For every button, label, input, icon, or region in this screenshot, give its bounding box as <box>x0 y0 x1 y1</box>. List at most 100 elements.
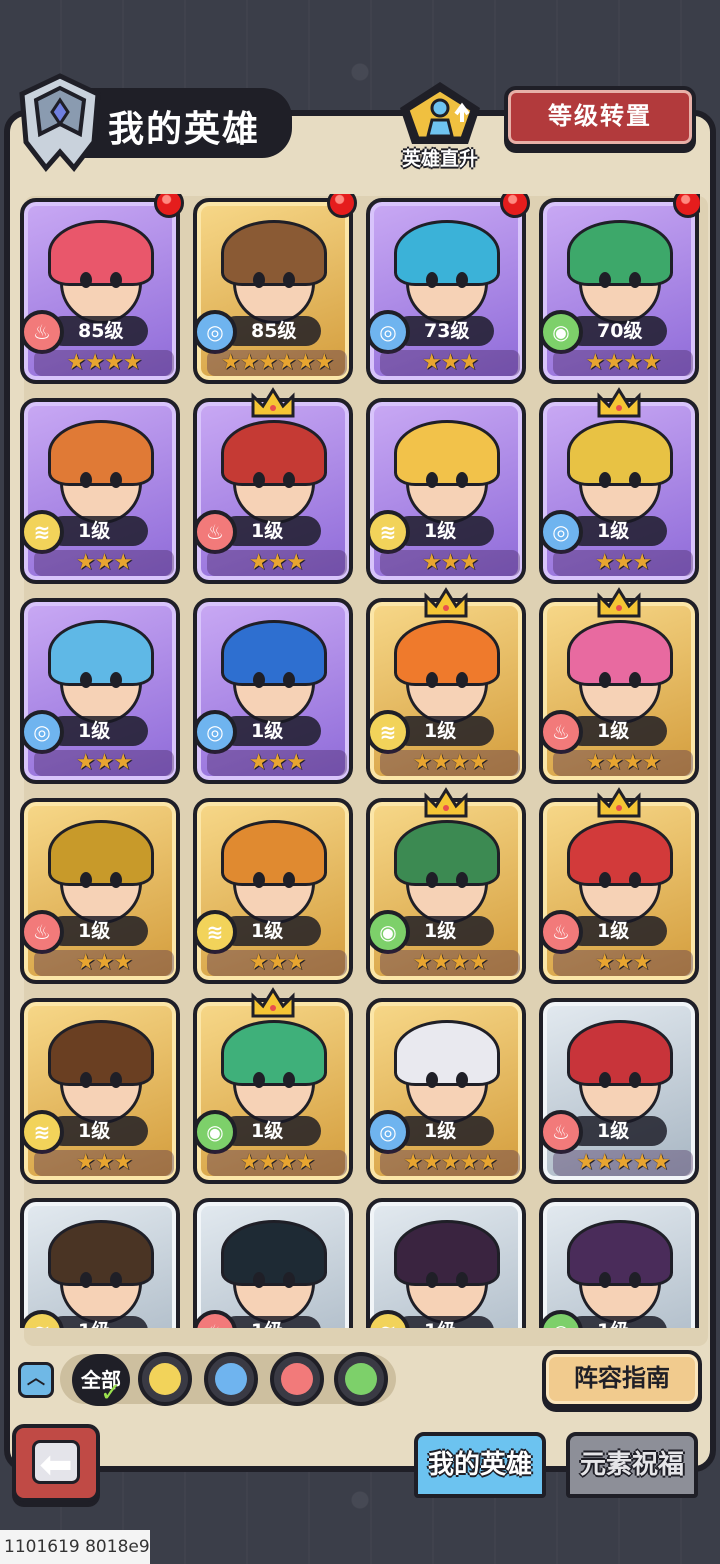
hero-card[interactable]: 1级♨ <box>193 1198 353 1328</box>
hero-card[interactable]: 73级 ◎ ★★★ <box>366 198 526 384</box>
hero-card[interactable]: 1级 ♨ ★★★ <box>20 798 180 984</box>
fire-element-icon: ♨ <box>543 1110 583 1154</box>
hero-stars: ★★★ <box>207 550 347 576</box>
hero-hair <box>48 1020 154 1086</box>
hero-card[interactable]: 1级 ♨ ★★★★ <box>539 598 699 784</box>
hero-eye <box>110 472 122 488</box>
hero-eye <box>456 1072 468 1088</box>
element-glyph: ◉ <box>379 920 397 944</box>
hero-stars: ★★★ <box>553 550 693 576</box>
hero-hair <box>221 1220 327 1286</box>
hero-stars: ★★★★★ <box>553 1150 693 1176</box>
water-element-icon: ◎ <box>24 710 64 754</box>
crown-icon <box>597 587 641 618</box>
crown-icon <box>251 987 295 1018</box>
hero-card[interactable]: 1级 ≋ ★★★★ <box>366 598 526 784</box>
earth-element-icon <box>149 1363 181 1395</box>
element-glyph: ≋ <box>379 520 397 544</box>
hero-card[interactable]: 1级 ≋ ★★★ <box>366 398 526 584</box>
hero-stars: ★★★ <box>380 350 520 376</box>
element-glyph: ◉ <box>552 320 570 344</box>
fire-element-icon: ♨ <box>24 910 64 954</box>
hero-card[interactable]: 1级 ≋ ★★★ <box>193 798 353 984</box>
hero-card[interactable]: 1级 ♨ ★★★★★ <box>539 998 699 1184</box>
hero-hair <box>221 420 327 486</box>
level-reset-button[interactable]: 等级转置 <box>504 86 696 148</box>
hero-hair <box>567 820 673 886</box>
hero-card[interactable]: 70级 ◉ ★★★★ <box>539 198 699 384</box>
back-button[interactable]: ⬅ <box>12 1424 100 1502</box>
hero-card[interactable]: 1级 ◉ ★★★★ <box>366 798 526 984</box>
hero-eye <box>629 472 641 488</box>
hero-card[interactable]: 85级 ♨ ★★★★ <box>20 198 180 384</box>
hero-card[interactable]: 1级 ◎ ★★★ <box>20 598 180 784</box>
hero-hair <box>221 620 327 686</box>
hero-promote-button[interactable]: 英雄直升 <box>388 78 492 178</box>
hero-hair <box>221 820 327 886</box>
hero-card[interactable]: 1级 ≋ ★★★ <box>20 998 180 1184</box>
hero-hair <box>394 1220 500 1286</box>
hero-eye <box>253 272 265 288</box>
hero-eye <box>253 1272 265 1288</box>
hero-eye <box>629 1272 641 1288</box>
hero-grid: 85级 ♨ ★★★★ 85级 ◎ ★★★★★★ 73级 ◎ ★★★ 70级 ◉ ★★★★ 1级 ≋ ★★★ 1… <box>20 194 700 1328</box>
helmet-icon <box>19 73 101 172</box>
hero-card[interactable]: 1级 ◎ ★★★ <box>193 598 353 784</box>
hero-stars: ★★★ <box>207 950 347 976</box>
tab-my-heroes[interactable]: 我的英雄 <box>414 1432 546 1498</box>
fire-element-icon: ♨ <box>543 910 583 954</box>
hero-hair <box>394 620 500 686</box>
hero-stars: ★★★ <box>34 950 174 976</box>
hero-hair <box>48 420 154 486</box>
hero-card[interactable]: 1级 ♨ ★★★ <box>193 398 353 584</box>
hero-stars: ★★★ <box>553 950 693 976</box>
hero-eye <box>629 272 641 288</box>
hero-card[interactable]: 1级 ♨ ★★★ <box>539 798 699 984</box>
hero-stars: ★★★ <box>34 1150 174 1176</box>
hero-eye <box>253 472 265 488</box>
hero-portrait <box>380 1212 512 1328</box>
filter-wind-button[interactable] <box>334 1352 388 1406</box>
hero-hair <box>394 1020 500 1086</box>
hero-card[interactable]: 1级 ◎ ★★★ <box>539 398 699 584</box>
hero-hair <box>394 820 500 886</box>
hero-hair <box>394 220 500 286</box>
fire-element-icon: ♨ <box>197 510 237 554</box>
element-glyph: ♨ <box>552 720 570 744</box>
hero-eye <box>110 672 122 688</box>
filter-fire-button[interactable] <box>270 1352 324 1406</box>
hero-card[interactable]: 1级 ◉ ★★★★ <box>193 998 353 1184</box>
hero-eye <box>599 1072 611 1088</box>
chevron-up-icon[interactable]: ︿ <box>18 1362 54 1398</box>
lineup-guide-button[interactable]: 阵容指南 <box>542 1350 702 1408</box>
element-glyph: ◉ <box>543 1314 579 1328</box>
hero-stars: ★★★ <box>380 550 520 576</box>
fire-element-icon: ♨ <box>543 710 583 754</box>
tab-element-blessing[interactable]: 元素祝福 <box>566 1432 698 1498</box>
element-glyph: ≋ <box>370 1314 406 1328</box>
element-glyph: ♨ <box>206 520 224 544</box>
hero-hair <box>48 220 154 286</box>
hero-stars: ★★★★★ <box>380 1150 520 1176</box>
hero-card[interactable]: 1级◉ <box>539 1198 699 1328</box>
hero-eye <box>426 1072 438 1088</box>
element-glyph: ◉ <box>206 1120 224 1144</box>
crown-icon <box>597 787 641 818</box>
element-glyph: ≋ <box>33 1120 51 1144</box>
hero-card[interactable]: 1级≋ <box>366 1198 526 1328</box>
hero-card[interactable]: 1级 ≋ ★★★ <box>20 398 180 584</box>
hero-eye <box>283 472 295 488</box>
hero-eye <box>599 472 611 488</box>
hero-stars: ★★★ <box>207 750 347 776</box>
water-element-icon: ◎ <box>197 710 237 754</box>
build-id-label: 1101619 8018e9 <box>0 1530 150 1564</box>
element-glyph: ◎ <box>552 520 570 544</box>
hero-card[interactable]: 1级≋ <box>20 1198 180 1328</box>
hero-card[interactable]: 85级 ◎ ★★★★★★ <box>193 198 353 384</box>
filter-water-button[interactable] <box>204 1352 258 1406</box>
hero-stars: ★★★★ <box>553 350 693 376</box>
hero-stars: ★★★★ <box>380 750 520 776</box>
earth-element-icon: ≋ <box>370 510 410 554</box>
filter-earth-button[interactable] <box>138 1352 192 1406</box>
hero-card[interactable]: 1级 ◎ ★★★★★ <box>366 998 526 1184</box>
